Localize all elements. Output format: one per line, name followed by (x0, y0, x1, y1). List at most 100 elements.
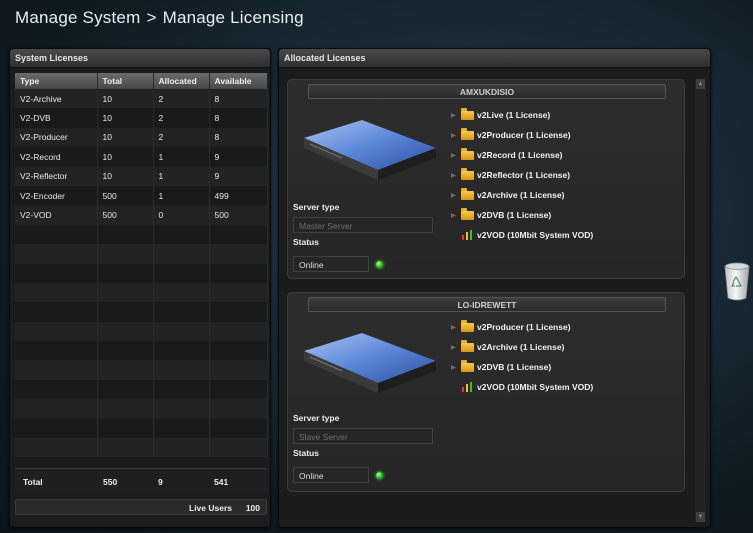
table-row[interactable]: V2-Archive 10 2 8 (15, 89, 268, 109)
server-type-label: Server type (293, 413, 340, 423)
live-users-value: 100 (245, 503, 260, 513)
status-online-icon (376, 472, 383, 479)
license-item[interactable]: ▶ v2Reflector (1 License) (451, 165, 593, 185)
license-list: ▶ v2Live (1 License) ▶ v2Producer (1 Licen… (451, 105, 593, 245)
total-available: 541 (214, 477, 229, 487)
page-title: Manage System > Manage Licensing (15, 8, 304, 28)
license-item[interactable]: ▶ v2Producer (1 License) (451, 125, 593, 145)
table-row[interactable]: V2-Encoder 500 1 499 (15, 185, 268, 206)
empty-row (15, 379, 268, 400)
empty-row (15, 302, 268, 322)
cell-type: V2-Archive (15, 89, 98, 109)
cell-total: 10 (97, 89, 154, 109)
scroll-down-icon[interactable]: ▼ (696, 512, 705, 522)
cell-type: V2-VOD (15, 205, 98, 225)
folder-icon (461, 207, 474, 220)
license-label: v2Live (1 License) (477, 110, 551, 120)
expand-arrow-icon[interactable]: ▶ (451, 212, 461, 219)
cell-allocated: 2 (153, 108, 210, 128)
expand-arrow-icon[interactable]: ▶ (451, 364, 461, 371)
license-item[interactable]: v2VOD (10Mbit System VOD) (451, 225, 593, 245)
license-label: v2Record (1 License) (477, 150, 563, 160)
cell-total: 10 (97, 147, 154, 167)
cell-available: 8 (209, 108, 268, 128)
expand-arrow-icon[interactable]: ▶ (451, 324, 461, 331)
expand-arrow-icon[interactable]: ▶ (451, 112, 461, 119)
table-row[interactable]: V2-Record 10 1 9 (15, 147, 268, 167)
folder-icon (461, 359, 474, 372)
table-row[interactable]: V2-DVB 10 2 8 (15, 108, 268, 128)
table-row[interactable]: V2-VOD 500 0 500 (15, 205, 268, 225)
expand-arrow-icon[interactable]: ▶ (451, 132, 461, 139)
cell-allocated: 0 (153, 205, 210, 225)
column-header-type[interactable]: Type (15, 73, 98, 89)
cell-available: 9 (209, 147, 268, 167)
expand-arrow-icon[interactable]: ▶ (451, 344, 461, 351)
cell-allocated: 2 (153, 89, 210, 109)
license-item[interactable]: ▶ v2DVB (1 License) (451, 205, 593, 225)
license-item[interactable]: ▶ v2Archive (1 License) (451, 185, 593, 205)
expand-arrow-icon[interactable]: ▶ (451, 192, 461, 199)
empty-row (15, 263, 268, 283)
license-list: ▶ v2Producer (1 License) ▶ v2Archive (1 Li… (451, 317, 593, 397)
breadcrumb-root[interactable]: Manage System (15, 8, 140, 27)
expand-arrow-icon[interactable]: ▶ (451, 152, 461, 159)
cell-available: 8 (209, 89, 268, 109)
license-item[interactable]: ▶ v2DVB (1 License) (451, 357, 593, 377)
license-item[interactable]: ▶ v2Producer (1 License) (451, 317, 593, 337)
allocated-licenses-panel: Allocated Licenses AMXUKDISIO Server typ… (278, 48, 711, 528)
empty-row (15, 418, 268, 439)
table-row[interactable]: V2-Producer 10 2 8 (15, 127, 268, 148)
live-users-bar: Live Users 100 (15, 499, 267, 515)
server-icon (304, 120, 436, 180)
live-users-label: Live Users (189, 503, 232, 513)
cell-total: 500 (97, 205, 154, 225)
status-label: Status (293, 448, 319, 458)
empty-row (15, 399, 268, 419)
table-row[interactable]: V2-Reflector 10 1 9 (15, 166, 268, 186)
server-card[interactable]: AMXUKDISIO Server type Master Server Sta… (287, 79, 685, 279)
folder-icon (461, 339, 474, 352)
empty-row (15, 282, 268, 303)
license-item[interactable]: ▶ v2Live (1 License) (451, 105, 593, 125)
empty-row (15, 224, 268, 245)
license-item[interactable]: ▶ v2Record (1 License) (451, 145, 593, 165)
server-card[interactable]: LO-IDREWETT Server type Slave Server Sta… (287, 292, 685, 492)
server-icon (304, 333, 436, 393)
recycle-bin-icon[interactable] (724, 262, 750, 302)
cell-total: 10 (97, 127, 154, 148)
license-label: v2DVB (1 License) (477, 210, 552, 220)
total-total: 550 (103, 477, 118, 487)
cell-allocated: 1 (153, 185, 210, 206)
license-label: v2Reflector (1 License) (477, 170, 571, 180)
empty-row (15, 244, 268, 264)
scroll-up-icon[interactable]: ▲ (696, 79, 705, 89)
status-field: Online (293, 256, 369, 272)
folder-icon (461, 167, 474, 180)
license-label: v2Archive (1 License) (477, 342, 565, 352)
folder-icon (461, 187, 474, 200)
license-label: v2Archive (1 License) (477, 190, 565, 200)
column-header-allocated[interactable]: Allocated (153, 73, 210, 89)
license-label: v2DVB (1 License) (477, 362, 552, 372)
expand-arrow-icon[interactable]: ▶ (451, 172, 461, 179)
license-item[interactable]: ▶ v2Archive (1 License) (451, 337, 593, 357)
total-label: Total (23, 477, 43, 487)
cell-type: V2-Producer (15, 127, 98, 148)
status-label: Status (293, 237, 319, 247)
cell-type: V2-DVB (15, 108, 98, 128)
cell-allocated: 2 (153, 127, 210, 148)
server-name: AMXUKDISIO (308, 84, 666, 99)
column-header-available[interactable]: Available (209, 73, 268, 89)
server-type-field: Master Server (293, 217, 433, 233)
empty-row (15, 438, 268, 458)
license-item[interactable]: v2VOD (10Mbit System VOD) (451, 377, 593, 397)
server-type-label: Server type (293, 202, 340, 212)
totals-row: Total 550 9 541 (15, 468, 267, 492)
license-label: v2Producer (1 License) (477, 322, 571, 332)
column-header-total[interactable]: Total (97, 73, 154, 89)
total-allocated: 9 (158, 477, 163, 487)
cell-type: V2-Reflector (15, 166, 98, 186)
system-licenses-header: System Licenses (10, 49, 270, 68)
vertical-scrollbar[interactable]: ▲ ▼ (695, 79, 706, 522)
